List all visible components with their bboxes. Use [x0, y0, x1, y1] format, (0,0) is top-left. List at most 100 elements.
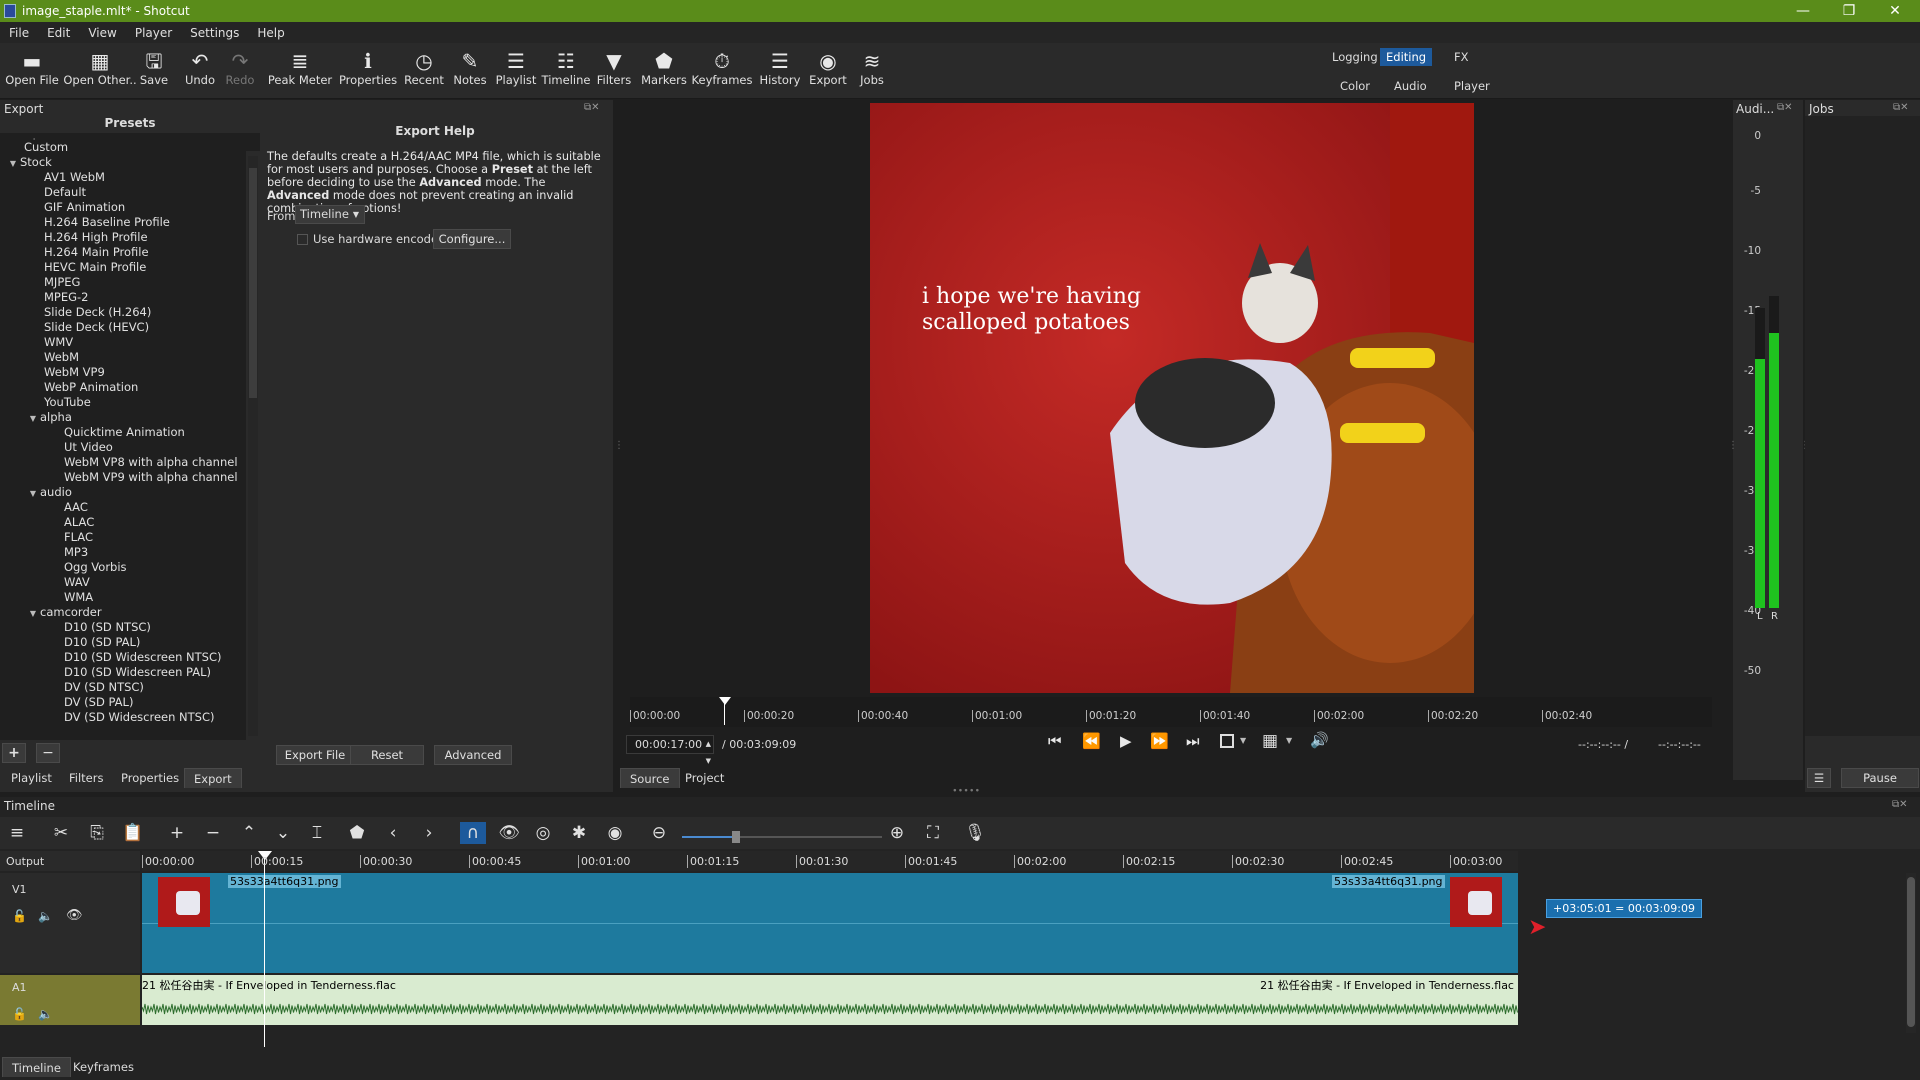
v1-clip[interactable]: 53s33a4tt6q31.png 53s33a4tt6q31.png — [142, 873, 1518, 973]
video-viewer[interactable]: i hope we're having scalloped potatoes — [870, 103, 1474, 693]
menu-settings[interactable]: Settings — [181, 26, 248, 40]
workspace-fx[interactable]: FX — [1448, 48, 1475, 66]
preset-item[interactable]: Ut Video — [0, 440, 246, 455]
play-icon[interactable]: ▶ — [1120, 732, 1132, 750]
split-icon[interactable]: ⌶ — [304, 822, 330, 844]
peak-meter-button[interactable]: ≣ Peak Meter — [268, 49, 332, 87]
undo-button[interactable]: ↶ Undo — [185, 49, 215, 87]
tab-filters[interactable]: Filters — [60, 768, 112, 788]
panel-float-icon[interactable]: ⧉✕ — [584, 102, 600, 113]
from-select[interactable]: Timeline ▼ — [295, 205, 365, 224]
copy-icon[interactable]: ⎘ — [84, 822, 110, 844]
mute-icon[interactable]: 🔈 — [38, 909, 53, 923]
playlist-button[interactable]: ☰ Playlist — [496, 49, 537, 87]
maximize-button[interactable]: ❐ — [1826, 0, 1872, 22]
skip-previous-icon[interactable]: ⏮ — [1048, 732, 1062, 750]
minimize-button[interactable]: — — [1780, 0, 1826, 22]
tab-export[interactable]: Export — [184, 768, 242, 788]
expand-arrow-icon[interactable]: ▼ — [6, 156, 20, 171]
tab-properties[interactable]: Properties — [112, 768, 188, 788]
preset-item[interactable]: MP3 — [0, 545, 246, 560]
reset-button[interactable]: Reset — [350, 745, 424, 765]
overwrite-icon[interactable]: ⌄ — [270, 822, 296, 844]
skip-next-icon[interactable]: ⏭ — [1186, 732, 1200, 750]
splitter-handle[interactable]: ⋮ — [1728, 440, 1738, 451]
tab-timeline[interactable]: Timeline — [2, 1057, 71, 1077]
filters-button[interactable]: ▼ Filters — [597, 49, 631, 87]
zoom-in-icon[interactable]: ⊕ — [884, 822, 910, 844]
save-button[interactable]: 🖫 Save — [140, 49, 168, 87]
timeline-playhead[interactable] — [264, 851, 265, 1047]
export-button[interactable]: ◉ Export — [809, 49, 847, 87]
menu-edit[interactable]: Edit — [38, 26, 79, 40]
position-timecode-input[interactable]: 00:00:17:00 ▲ ▼ — [626, 735, 714, 765]
preset-item[interactable]: WebM — [0, 350, 246, 365]
advanced-button[interactable]: Advanced — [434, 745, 512, 765]
tab-source[interactable]: Source — [620, 768, 680, 788]
cut-icon[interactable]: ✂ — [48, 822, 74, 844]
keyframes-button[interactable]: ⏱ Keyframes — [692, 49, 753, 87]
expand-arrow-icon[interactable]: ▼ — [26, 486, 40, 501]
open-other-button[interactable]: ▦ Open Other.. — [63, 49, 136, 87]
preset-item[interactable]: D10 (SD NTSC) — [0, 620, 246, 635]
add-preset-button[interactable]: + — [2, 743, 26, 763]
zoom-slider-handle[interactable] — [732, 831, 740, 843]
splitter-handle[interactable]: ⋮ — [614, 440, 624, 451]
lift-icon[interactable]: ⌃ — [236, 822, 262, 844]
preset-item[interactable]: D10 (SD Widescreen NTSC) — [0, 650, 246, 665]
jobs-button[interactable]: ≋ Jobs — [860, 49, 884, 87]
timeline-button[interactable]: ☷ Timeline — [542, 49, 591, 87]
workspace-audio[interactable]: Audio — [1388, 77, 1433, 95]
preset-item[interactable]: WebM VP9 — [0, 365, 246, 380]
workspace-editing[interactable]: Editing — [1380, 48, 1433, 66]
jobs-menu-button[interactable]: ☰ — [1807, 768, 1831, 788]
ripple-markers-icon[interactable]: ◉ — [602, 822, 628, 844]
presets-scrollbar[interactable] — [248, 156, 258, 736]
preset-item[interactable]: Slide Deck (HEVC) — [0, 320, 246, 335]
preset-item[interactable]: D10 (SD Widescreen PAL) — [0, 665, 246, 680]
preset-item[interactable]: YouTube — [0, 395, 246, 410]
zoom-fit-icon[interactable]: ⛶ — [920, 822, 946, 844]
mute-icon[interactable]: 🔈 — [38, 1007, 53, 1021]
recent-button[interactable]: ◷ Recent — [404, 49, 444, 87]
close-button[interactable]: ✕ — [1872, 0, 1918, 22]
menu-view[interactable]: View — [79, 26, 125, 40]
lock-icon[interactable]: 🔓 — [12, 1007, 27, 1021]
paste-icon[interactable]: 📋 — [120, 822, 146, 844]
workspace-color[interactable]: Color — [1334, 77, 1376, 95]
panel-float-icon[interactable]: ⧉✕ — [1892, 799, 1908, 810]
expand-arrow-icon[interactable]: ▼ — [26, 411, 40, 426]
preset-item[interactable]: Slide Deck (H.264) — [0, 305, 246, 320]
workspace-player[interactable]: Player — [1448, 77, 1496, 95]
preset-item[interactable]: ▼ audio — [0, 485, 246, 500]
tab-project[interactable]: Project — [676, 768, 733, 788]
tab-keyframes[interactable]: Keyframes — [64, 1057, 143, 1077]
preset-item[interactable]: Ogg Vorbis — [0, 560, 246, 575]
menu-player[interactable]: Player — [126, 26, 181, 40]
preset-item[interactable]: DV (SD Widescreen NTSC) — [0, 710, 246, 725]
marker-icon[interactable]: ⬟ — [344, 822, 370, 844]
ripple-all-icon[interactable]: ✱ — [566, 822, 592, 844]
preset-item[interactable]: ▼ alpha — [0, 410, 246, 425]
menu-help[interactable]: Help — [248, 26, 293, 40]
scrub-icon[interactable]: 👁 — [496, 822, 522, 844]
preset-item[interactable]: WMV — [0, 335, 246, 350]
chevron-down-icon[interactable]: ▼ — [1240, 736, 1246, 745]
rewind-icon[interactable]: ⏪ — [1082, 732, 1101, 750]
menu-file[interactable]: File — [0, 26, 38, 40]
preset-item[interactable]: WAV — [0, 575, 246, 590]
preset-item[interactable]: DV (SD PAL) — [0, 695, 246, 710]
tab-playlist[interactable]: Playlist — [2, 768, 61, 788]
prev-marker-icon[interactable]: ‹ — [380, 822, 406, 844]
a1-clip[interactable]: 21 松任谷由実 - If Enveloped in Tenderness.fl… — [142, 975, 1518, 1025]
timeline-scrollbar[interactable] — [1906, 873, 1916, 1033]
open-file-button[interactable]: ▬ Open File — [5, 49, 59, 87]
preset-item[interactable]: ▼ camcorder — [0, 605, 246, 620]
zoom-slider[interactable] — [682, 831, 882, 843]
append-icon[interactable]: + — [164, 822, 190, 844]
record-audio-icon[interactable]: 🎙 — [962, 822, 988, 844]
preset-item[interactable]: MJPEG — [0, 275, 246, 290]
preset-item[interactable]: H.264 Baseline Profile — [0, 215, 246, 230]
export-file-button[interactable]: Export File — [276, 745, 354, 765]
volume-icon[interactable]: 🔊 — [1310, 731, 1329, 749]
